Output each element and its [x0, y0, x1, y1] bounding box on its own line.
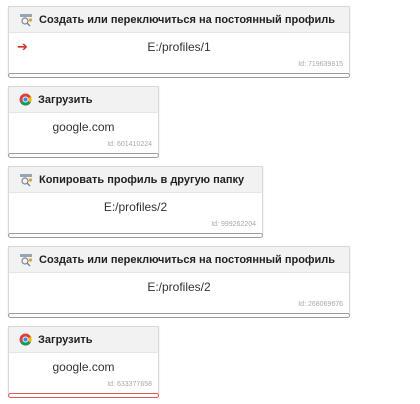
block-value: E:/profiles/2: [103, 200, 168, 214]
block-value: E:/profiles/1: [147, 40, 211, 54]
block-title: Загрузить: [38, 93, 93, 106]
profile-copy-icon: [19, 173, 33, 187]
block-header: Создать или переключиться на постоянный …: [9, 7, 349, 33]
block-value: google.com: [52, 120, 115, 134]
action-block-load[interactable]: Загрузить google.com Id: 633377658: [8, 326, 159, 394]
block-header: Загрузить: [9, 87, 158, 113]
connector-bar[interactable]: [8, 313, 350, 318]
block-id: Id: 268069676: [298, 301, 343, 308]
block-title: Копировать профиль в другую папку: [39, 173, 245, 186]
current-step-arrow-icon: ➔: [17, 39, 28, 54]
block-title: Создать или переключиться на постоянный …: [39, 13, 336, 26]
block-id: Id: 999262204: [211, 221, 256, 228]
block-value: E:/profiles/2: [147, 280, 211, 294]
action-block-create-profile[interactable]: Создать или переключиться на постоянный …: [8, 6, 350, 74]
block-id: Id: 633377658: [107, 381, 152, 388]
block-header: Создать или переключиться на постоянный …: [9, 247, 349, 273]
chrome-icon: [19, 333, 32, 346]
connector-bar[interactable]: [8, 73, 350, 78]
block-value: google.com: [52, 360, 115, 374]
profile-switch-icon: [19, 13, 33, 27]
block-header: Загрузить: [9, 327, 158, 353]
action-block-create-profile[interactable]: Создать или переключиться на постоянный …: [8, 246, 350, 314]
action-block-load[interactable]: Загрузить google.com Id: 601410224: [8, 86, 159, 154]
error-connector-bar[interactable]: [8, 393, 159, 398]
profile-switch-icon: [19, 253, 33, 267]
chrome-icon: [19, 93, 32, 106]
block-title: Создать или переключиться на постоянный …: [39, 253, 336, 266]
block-title: Загрузить: [38, 333, 93, 346]
block-header: Копировать профиль в другую папку: [9, 167, 262, 193]
block-id: Id: 601410224: [107, 141, 152, 148]
action-block-copy-profile[interactable]: Копировать профиль в другую папку E:/pro…: [8, 166, 263, 234]
connector-bar[interactable]: [8, 233, 263, 238]
block-id: Id: 719639815: [298, 61, 343, 68]
connector-bar[interactable]: [8, 153, 159, 158]
